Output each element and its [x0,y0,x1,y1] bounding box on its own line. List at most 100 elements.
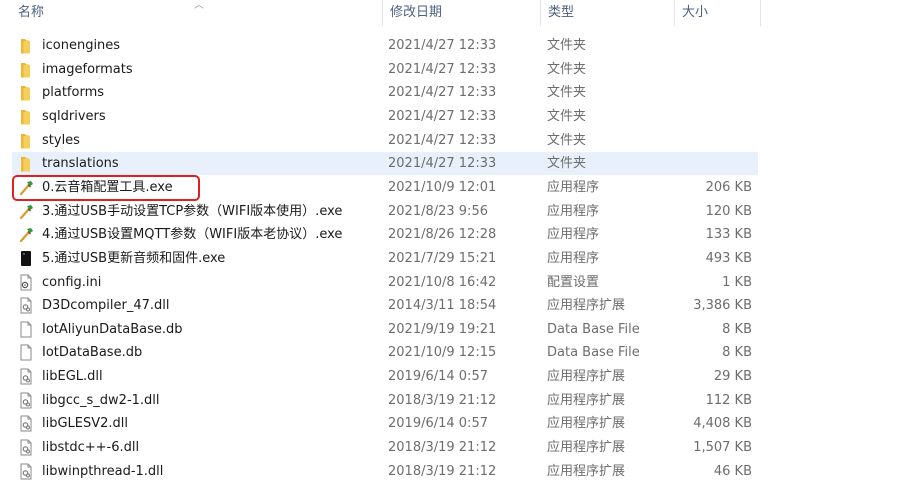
file-row[interactable]: platforms 2021/4/27 12:33 文件夹 [12,81,758,104]
file-row[interactable]: sqldrivers 2021/4/27 12:33 文件夹 [12,105,758,128]
file-row[interactable]: config.ini 2021/10/8 16:42 配置设置 1 KB [12,271,758,294]
file-row[interactable]: libEGL.dll 2019/6/14 0:57 应用程序扩展 29 KB [12,365,758,388]
column-divider[interactable] [674,0,675,26]
file-row[interactable]: IotAliyunDataBase.db 2021/9/19 19:21 Data … [12,318,758,341]
file-size: 46 KB [713,463,752,479]
file-date: 2019/6/14 0:57 [388,369,488,385]
file-row[interactable]: iconengines 2021/4/27 12:33 文件夹 [12,34,758,57]
file-date: 2021/4/27 12:33 [388,132,497,148]
dll-file-icon [18,415,34,432]
file-date: 2021/10/8 16:42 [388,274,497,290]
file-type: 文件夹 [547,38,587,53]
file-row[interactable]: imageformats 2021/4/27 12:33 文件夹 [12,58,758,81]
dll-file-icon [18,297,34,314]
file-row[interactable]: libwinpthread-1.dll 2018/3/19 21:12 应用程序扩展… [12,460,758,483]
file-size: 206 KB [705,179,752,195]
column-divider[interactable] [760,0,761,26]
file-name: styles [42,132,80,148]
file-type: 文件夹 [547,108,587,124]
file-size: 1,507 KB [693,440,752,456]
file-name: libEGL.dll [42,369,103,385]
file-row[interactable]: 5.通过USB更新音频和固件.exe 2021/7/29 15:21 应用程序 493… [12,247,758,270]
file-size: 133 KB [705,227,752,243]
folder-icon [18,108,34,125]
dll-file-icon [18,439,34,456]
file-type: 文件夹 [547,61,587,77]
file-date: 2021/8/26 12:28 [388,227,497,243]
column-header: 名称 ︿ 修改日期 类型 大小 [0,0,900,26]
file-name: libwinpthread-1.dll [42,463,164,479]
dll-file-icon [18,392,34,409]
file-date: 2018/3/19 21:12 [388,440,497,456]
file-name: 3.通过USB手动设置TCP参数（WIFI版本使用）.exe [42,203,343,219]
file-name: imageformats [42,61,133,77]
file-row[interactable]: libstdc++-6.dll 2018/3/19 21:12 应用程序扩展 1,50… [12,436,758,459]
file-date: 2014/3/11 18:54 [388,298,497,314]
file-name: translations [42,156,119,172]
column-header-date[interactable]: 修改日期 [386,0,536,26]
file-row[interactable]: 4.通过USB设置MQTT参数（WIFI版本老协议）.exe 2021/8/26 … [12,223,758,246]
file-size: 4,408 KB [693,416,752,432]
file-name: iconengines [42,38,121,53]
file-date: 2018/3/19 21:12 [388,392,497,408]
file-row[interactable]: translations 2021/4/27 12:33 文件夹 [12,152,758,176]
file-size: 1 KB [722,274,752,290]
file-size: 120 KB [705,203,752,219]
file-date: 2021/4/27 12:33 [388,156,497,172]
file-size: 112 KB [705,392,752,408]
file-name: config.ini [42,274,102,290]
file-name: IotDataBase.db [42,345,143,361]
column-header-size[interactable]: 大小 [678,0,758,26]
hammer-app-icon [18,203,34,220]
column-divider[interactable] [382,0,383,26]
sort-arrow-icon: ︿ [194,0,204,11]
file-size: 29 KB [713,369,752,385]
file-type: 配置设置 [547,274,600,290]
file-row[interactable]: styles 2021/4/27 12:33 文件夹 [12,129,758,152]
file-type: 文件夹 [547,132,587,148]
file-date: 2021/4/27 12:33 [388,61,497,77]
file-row[interactable]: D3Dcompiler_47.dll 2014/3/11 18:54 应用程序扩展 3… [12,294,758,317]
file-name: libstdc++-6.dll [42,440,140,456]
file-name: libgcc_s_dw2-1.dll [42,392,160,408]
file-size: 8 KB [722,345,752,361]
file-icon [18,321,34,338]
file-date: 2019/6/14 0:57 [388,416,488,432]
hammer-app-icon [18,226,34,243]
folder-icon [18,61,34,78]
folder-icon [18,84,34,101]
file-size: 493 KB [705,250,752,266]
file-date: 2021/4/27 12:33 [388,108,497,124]
file-type: 应用程序 [547,250,600,266]
file-date: 2021/10/9 12:15 [388,345,497,361]
file-name: platforms [42,85,105,101]
file-date: 2021/8/23 9:56 [388,203,488,219]
file-name: sqldrivers [42,108,106,124]
file-name: IotAliyunDataBase.db [42,321,183,337]
file-date: 2021/10/9 12:01 [388,179,497,195]
file-name: 4.通过USB设置MQTT参数（WIFI版本老协议）.exe [42,227,343,243]
file-type: 应用程序 [547,227,600,243]
file-date: 2018/3/19 21:12 [388,463,497,479]
config-file-icon [18,274,34,291]
file-row[interactable]: 3.通过USB手动设置TCP参数（WIFI版本使用）.exe 2021/8/23 … [12,200,758,223]
dll-file-icon [18,463,34,480]
folder-icon [18,155,34,172]
file-name: D3Dcompiler_47.dll [42,298,170,314]
column-header-type[interactable]: 类型 [544,0,670,26]
file-type: 应用程序 [547,179,600,195]
file-type: 文件夹 [547,156,587,172]
file-icon [18,344,34,361]
dll-file-icon [18,368,34,385]
file-size: 8 KB [722,321,752,337]
file-type: 文件夹 [547,85,587,101]
file-name: libGLESV2.dll [42,416,129,432]
folder-icon [18,132,34,149]
file-row[interactable]: libGLESV2.dll 2019/6/14 0:57 应用程序扩展 4,408 K… [12,412,758,435]
file-date: 2021/4/27 12:33 [388,85,497,101]
file-row[interactable]: libgcc_s_dw2-1.dll 2018/3/19 21:12 应用程序扩展 1… [12,389,758,412]
file-date: 2021/4/27 12:33 [388,38,497,53]
file-type: 应用程序 [547,203,600,219]
column-divider[interactable] [540,0,541,26]
file-row[interactable]: IotDataBase.db 2021/10/9 12:15 Data Base F… [12,341,758,364]
